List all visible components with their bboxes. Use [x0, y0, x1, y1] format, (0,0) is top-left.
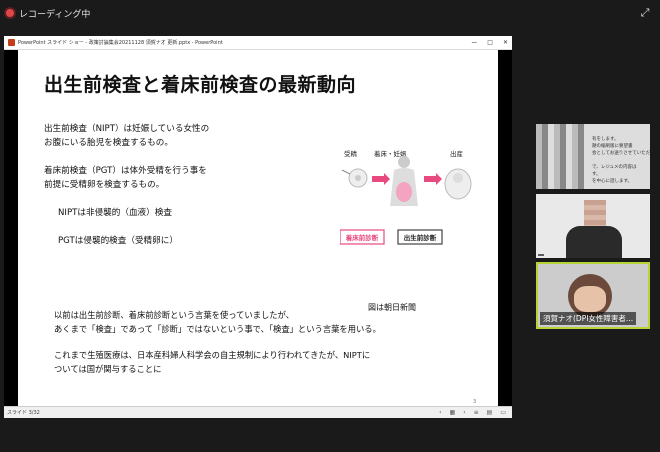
- slide-area: 出生前検査と着床前検査の最新動向 出生前検査（NIPT）は妊娠している女性の お…: [4, 50, 512, 406]
- powerpoint-logo-icon: [8, 39, 15, 46]
- slide-paragraph-regulation: これまで生殖医療は、日本産科婦人科学会の自主規制により行われてきたが、NIPTに…: [54, 350, 371, 374]
- slide[interactable]: 出生前検査と着床前検査の最新動向 出生前検査（NIPT）は妊娠している女性の お…: [18, 50, 498, 406]
- participant-video-tile[interactable]: 有をします。 題の縮刷版に要望書 会としてお送りさせていただ で、レジュメの内容…: [536, 124, 650, 189]
- participant-body: [566, 226, 622, 258]
- close-button[interactable]: ✕: [503, 39, 508, 46]
- slide-paragraph-pgt: 着床前検査（PGT）は体外受精を行う事を 前提に受精卵を検査するもの。: [44, 166, 207, 190]
- label-pre-implantation: 着床前診断: [346, 233, 379, 242]
- arrow-icon: [372, 173, 390, 185]
- next-slide-icon[interactable]: ›: [463, 409, 465, 416]
- ppt-statusbar: スライド 3/32 ‹ ▦ › ≡ ▤ ▭: [4, 406, 512, 418]
- participant-name: 須賀ナオ(DPI女性障害者...: [540, 312, 637, 325]
- prev-slide-icon[interactable]: ‹: [439, 409, 441, 416]
- slide-paragraph-nipt: 出生前検査（NIPT）は妊娠している女性の お腹にいる胎児を検査するもの。: [44, 124, 210, 148]
- fullscreen-icon[interactable]: ⤢: [638, 6, 652, 20]
- participant-caption: 有をします。 題の縮刷版に要望書 会としてお送りさせていただ で、レジュメの内容…: [592, 137, 650, 184]
- slide-paragraph-pgt-invasive: PGTは侵襲的検査（受精卵に）: [58, 236, 178, 246]
- powerpoint-window: PowerPoint スライド ショー - 政策討論集会20211128 須賀ナ…: [4, 36, 512, 418]
- slide-page-number: 3: [473, 399, 477, 405]
- participant-name: [538, 254, 544, 256]
- label-prenatal: 出生前診断: [404, 233, 437, 242]
- reading-view-icon[interactable]: ▤: [487, 409, 493, 416]
- recording-label: レコーディング中: [19, 9, 91, 20]
- woman-head: [398, 156, 410, 168]
- label-birth: 出産: [450, 149, 464, 158]
- minimize-button[interactable]: ー: [471, 38, 477, 47]
- ppt-titlebar: PowerPoint スライド ショー - 政策討論集会20211128 須賀ナ…: [4, 36, 512, 50]
- record-icon: [6, 9, 14, 17]
- maximize-button[interactable]: □: [487, 39, 493, 46]
- recording-indicator: レコーディング中: [6, 6, 90, 20]
- menu-icon[interactable]: ≡: [474, 409, 479, 416]
- participant-video-tile[interactable]: [536, 194, 650, 258]
- ppt-window-title: PowerPoint スライド ショー - 政策討論集会20211128 須賀ナ…: [18, 40, 223, 46]
- slide-counter: スライド 3/32: [7, 410, 40, 416]
- speaker-face: [574, 286, 606, 312]
- slide-title: 出生前検査と着床前検査の最新動向: [44, 74, 357, 96]
- slide-sorter-icon[interactable]: ▦: [450, 409, 456, 416]
- slide-paragraph-nipt-noninvasive: NIPTは非侵襲的（血液）検査: [58, 208, 172, 218]
- process-figure: 受精 着床・妊娠 出産 着床前診断 出生前診断: [339, 140, 476, 260]
- arrow-icon: [424, 173, 442, 185]
- active-speaker-tile[interactable]: 須賀ナオ(DPI女性障害者...: [536, 262, 650, 329]
- slideshow-icon[interactable]: ▭: [500, 409, 506, 416]
- slide-paragraph-terminology: 以前は出生前診断、着床前診断という言葉を使っていましたが、 あくまで「検査」であ…: [54, 310, 381, 334]
- blurred-region: [536, 124, 588, 189]
- label-fertilization: 受精: [344, 149, 358, 158]
